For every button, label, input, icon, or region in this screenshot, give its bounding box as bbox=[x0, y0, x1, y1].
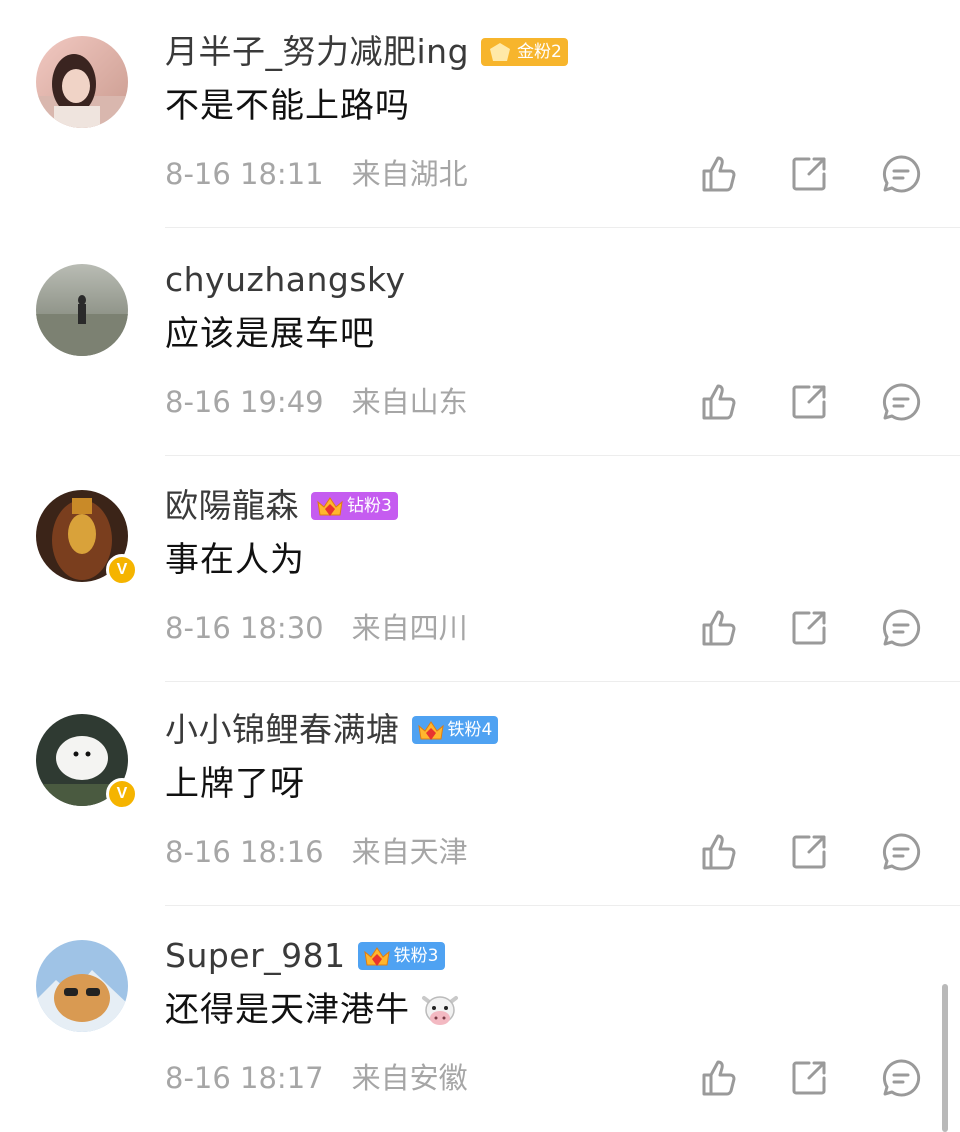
comment-icon[interactable] bbox=[879, 152, 923, 196]
fan-badge[interactable]: 铁粉3 bbox=[357, 942, 445, 970]
comment-text: 上牌了呀 bbox=[165, 764, 305, 804]
comment-item: 月半子_努力减肥ing 金粉2 不是不能上路吗 8-16 18:11 来自湖北 bbox=[0, 0, 960, 228]
crown-icon bbox=[363, 947, 390, 966]
avatar[interactable] bbox=[36, 36, 128, 128]
thumbs-up-icon[interactable] bbox=[696, 606, 740, 650]
fan-badge[interactable]: 钻粉3 bbox=[311, 492, 398, 520]
avatar[interactable]: V bbox=[36, 490, 138, 586]
cow-face-icon bbox=[422, 996, 458, 1025]
thumbs-up-icon[interactable] bbox=[696, 380, 740, 424]
comment-location: 来自四川 bbox=[351, 611, 468, 645]
username[interactable]: 月半子_努力减肥ing bbox=[165, 30, 469, 74]
share-icon[interactable] bbox=[787, 830, 831, 874]
comment-icon[interactable] bbox=[879, 830, 923, 874]
comment-icon[interactable] bbox=[879, 1056, 923, 1100]
username[interactable]: chyuzhangsky bbox=[165, 258, 405, 302]
comment-location: 来自湖北 bbox=[351, 157, 468, 191]
username[interactable]: Super_981 bbox=[165, 934, 346, 978]
comment-item: chyuzhangsky 应该是展车吧 8-16 19:49 来自山东 bbox=[0, 228, 960, 456]
comment-text-row: 还得是天津港牛 bbox=[165, 988, 462, 1032]
verified-badge-icon: V bbox=[106, 778, 138, 810]
fan-badge[interactable]: 铁粉4 bbox=[411, 716, 499, 744]
comment-item: V 小小锦鲤春满塘 铁粉4 上牌了呀 8-16 18:16 来自天津 bbox=[0, 678, 960, 906]
share-icon[interactable] bbox=[787, 1056, 831, 1100]
comment-icon[interactable] bbox=[879, 606, 923, 650]
comment-text: 应该是展车吧 bbox=[165, 314, 375, 354]
comment-text: 不是不能上路吗 bbox=[165, 86, 410, 126]
comment-location: 来自天津 bbox=[351, 835, 468, 869]
share-icon[interactable] bbox=[787, 152, 831, 196]
fan-badge[interactable]: 金粉2 bbox=[481, 38, 568, 66]
avatar[interactable] bbox=[36, 940, 128, 1032]
comment-item: Super_981 铁粉3 还得是天津港牛 8-16 18:17 来自安徽 bbox=[0, 904, 960, 1132]
share-icon[interactable] bbox=[787, 380, 831, 424]
comment-time: 8-16 18:11 bbox=[165, 157, 324, 191]
avatar[interactable]: V bbox=[36, 714, 138, 810]
share-icon[interactable] bbox=[787, 606, 831, 650]
verified-badge-icon: V bbox=[106, 554, 138, 586]
thumbs-up-icon[interactable] bbox=[696, 1056, 740, 1100]
username[interactable]: 小小锦鲤春满塘 bbox=[165, 708, 400, 752]
comment-time: 8-16 19:49 bbox=[165, 385, 324, 419]
fan-badge-label: 金粉2 bbox=[517, 42, 562, 62]
thumbs-up-icon[interactable] bbox=[696, 830, 740, 874]
comment-location: 来自山东 bbox=[351, 385, 468, 419]
scrollbar[interactable] bbox=[942, 984, 948, 1132]
comment-item: V 欧陽龍森 钻粉3 事在人为 8-16 18:30 来自四川 bbox=[0, 454, 960, 682]
badge-gem-icon bbox=[490, 43, 511, 61]
comment-time: 8-16 18:17 bbox=[165, 1061, 324, 1095]
crown-icon bbox=[417, 721, 444, 740]
thumbs-up-icon[interactable] bbox=[696, 152, 740, 196]
comment-time: 8-16 18:16 bbox=[165, 835, 324, 869]
comment-text: 还得是天津港牛 bbox=[165, 990, 410, 1030]
fan-badge-label: 铁粉4 bbox=[447, 720, 493, 740]
avatar-image bbox=[36, 264, 128, 356]
username[interactable]: 欧陽龍森 bbox=[165, 484, 299, 528]
comment-time: 8-16 18:30 bbox=[165, 611, 324, 645]
avatar[interactable] bbox=[36, 264, 128, 356]
crown-icon bbox=[317, 497, 343, 516]
avatar-image bbox=[36, 36, 128, 128]
comment-icon[interactable] bbox=[879, 380, 923, 424]
fan-badge-label: 钻粉3 bbox=[347, 496, 392, 516]
fan-badge-label: 铁粉3 bbox=[393, 946, 439, 966]
comment-location: 来自安徽 bbox=[351, 1061, 468, 1095]
avatar-image bbox=[36, 940, 128, 1032]
comment-text: 事在人为 bbox=[165, 540, 305, 580]
